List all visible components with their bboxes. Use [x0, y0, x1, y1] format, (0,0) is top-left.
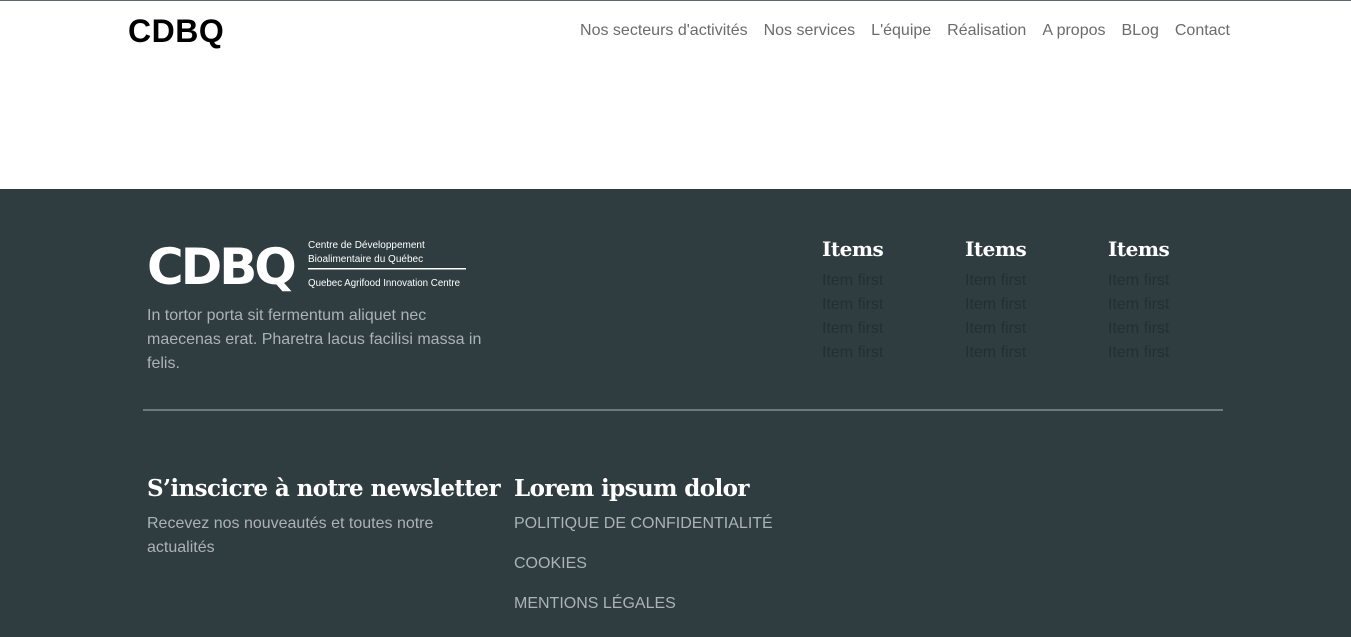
footer-column-title: Items: [965, 237, 1027, 261]
logo-rule: [308, 268, 466, 270]
newsletter-title: S’inscicre à notre newsletter: [147, 475, 501, 502]
site-footer: CDBQ Centre de Développement Bioalimenta…: [0, 189, 1351, 637]
brand-logo-text[interactable]: CDBQ: [128, 13, 224, 50]
legal-notice-link[interactable]: MENTIONS LÉGALES: [514, 592, 773, 616]
logo-line3: Quebec Agrifood Innovation Centre: [308, 278, 460, 289]
footer-link[interactable]: Item first: [965, 269, 1085, 293]
privacy-policy-link[interactable]: POLITIQUE DE CONFIDENTIALITÉ: [514, 512, 773, 536]
footer-column-title: Items: [822, 237, 884, 261]
logo-mark: CDBQ: [147, 238, 294, 292]
main-nav: Nos secteurs d'activités Nos services L'…: [580, 22, 1230, 40]
logo-line1: Centre de Développement: [308, 240, 425, 251]
nav-blog[interactable]: BLog: [1121, 22, 1158, 40]
footer-link[interactable]: Item first: [822, 317, 942, 341]
footer-column-1: Items Item first Item first Item first I…: [822, 237, 942, 365]
footer-column-title: Items: [1108, 237, 1170, 261]
nav-a-propos[interactable]: A propos: [1042, 22, 1105, 40]
footer-link[interactable]: Item first: [822, 341, 942, 365]
footer-link[interactable]: Item first: [1108, 317, 1228, 341]
nav-secteurs[interactable]: Nos secteurs d'activités: [580, 22, 748, 40]
nav-equipe[interactable]: L'équipe: [871, 22, 931, 40]
footer-link[interactable]: Item first: [965, 293, 1085, 317]
footer-link[interactable]: Item first: [1108, 293, 1228, 317]
cdbq-logo[interactable]: CDBQ Centre de Développement Bioalimenta…: [147, 236, 477, 292]
site-header: CDBQ Nos secteurs d'activités Nos servic…: [0, 1, 1351, 189]
nav-realisation[interactable]: Réalisation: [947, 22, 1026, 40]
legal-links: POLITIQUE DE CONFIDENTIALITÉ COOKIES MEN…: [514, 512, 773, 632]
footer-link[interactable]: Item first: [965, 317, 1085, 341]
footer-link[interactable]: Item first: [1108, 269, 1228, 293]
logo-line2: Bioalimentaire du Québec: [308, 254, 423, 265]
footer-link[interactable]: Item first: [822, 269, 942, 293]
legal-title: Lorem ipsum dolor: [514, 475, 749, 502]
footer-column-3: Items Item first Item first Item first I…: [1108, 237, 1228, 365]
footer-column-2: Items Item first Item first Item first I…: [965, 237, 1085, 365]
footer-link[interactable]: Item first: [965, 341, 1085, 365]
footer-divider: [143, 409, 1223, 411]
footer-link[interactable]: Item first: [822, 293, 942, 317]
footer-about-text: In tortor porta sit fermentum aliquet ne…: [147, 307, 482, 372]
nav-services[interactable]: Nos services: [764, 22, 856, 40]
nav-contact[interactable]: Contact: [1175, 22, 1230, 40]
cookies-link[interactable]: COOKIES: [514, 552, 773, 576]
footer-link[interactable]: Item first: [1108, 341, 1228, 365]
newsletter-text: Recevez nos nouveautés et toutes notre a…: [147, 515, 434, 556]
